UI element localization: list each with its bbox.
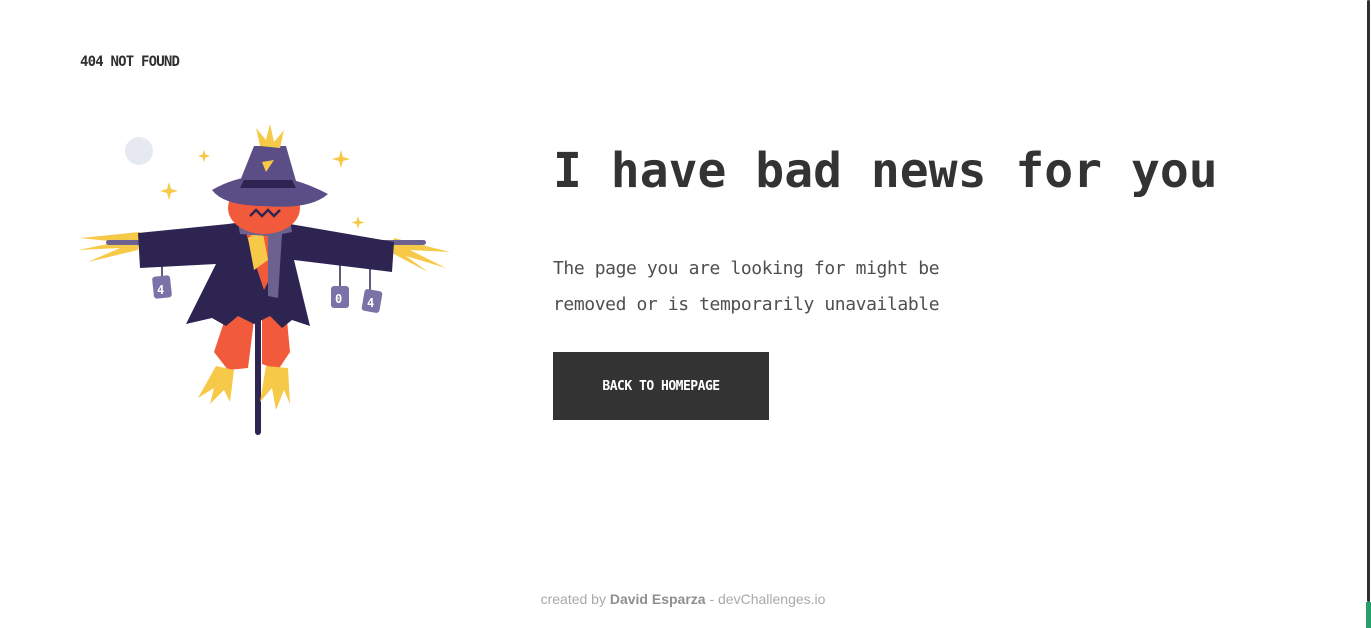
page: 404 NOT FOUND 4 0 4 I have bad news for …: [0, 0, 1366, 628]
can-label-1: 4: [157, 283, 164, 297]
description-line-1: The page you are looking for might be: [553, 258, 940, 279]
footer-prefix: created by: [540, 591, 606, 607]
footer-separator: -: [709, 591, 715, 607]
sparkle-icon: [160, 182, 178, 200]
page-title: I have bad news for you: [553, 143, 1218, 199]
footer-site[interactable]: devChallenges.io: [718, 591, 825, 607]
scrollbar-thumb[interactable]: [1367, 0, 1370, 602]
moon-shape: [125, 137, 153, 165]
vertical-scrollbar[interactable]: [1366, 0, 1371, 628]
sparkle-icon: [351, 216, 365, 229]
hat-band: [240, 180, 296, 188]
left-foot-straw: [198, 366, 234, 404]
can-label-2: 0: [335, 292, 342, 306]
sparkle-icon: [332, 150, 350, 168]
sparkle-icon: [198, 150, 210, 162]
left-hand-straw: [78, 232, 140, 262]
description-line-2: removed or is temporarily unavailable: [553, 294, 940, 315]
corner-accent: [1366, 602, 1371, 628]
footer-author[interactable]: David Esparza: [610, 591, 706, 607]
page-description: The page you are looking for might be re…: [553, 251, 1013, 323]
footer: created by David Esparza - devChallenges…: [0, 591, 1366, 607]
brand-label: 404 NOT FOUND: [80, 54, 180, 70]
can-label-3: 4: [367, 296, 374, 310]
hat-straw: [256, 124, 284, 148]
scarecrow-illustration: 4 0 4: [78, 124, 450, 435]
right-foot-straw: [260, 366, 290, 410]
back-to-homepage-button[interactable]: BACK TO HOMEPAGE: [553, 352, 769, 420]
